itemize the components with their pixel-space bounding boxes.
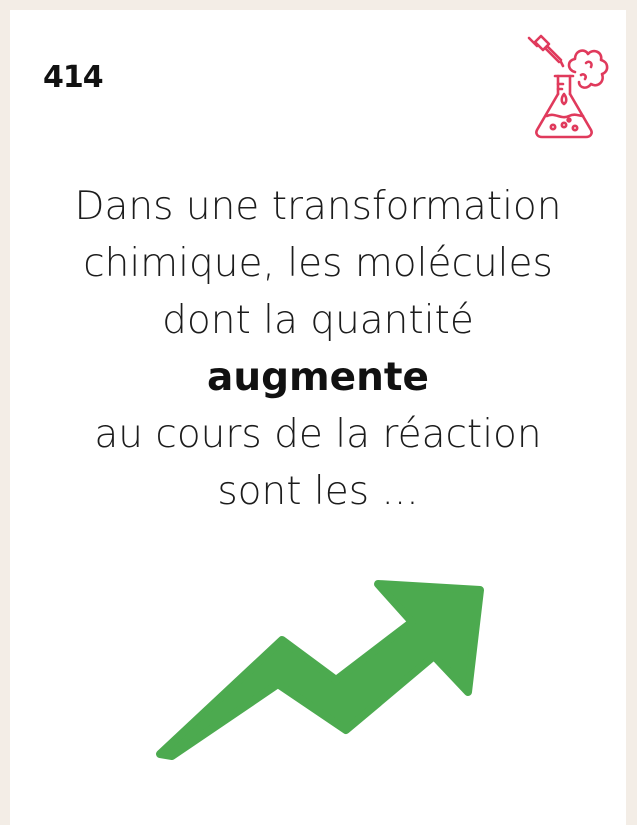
quiz-card: 414 Dans une transformation chimique, le… [10,10,626,825]
question-emphasis: augmente [207,355,429,400]
trend-up-arrow-icon [156,580,484,760]
question-line: Dans une transformation [74,184,562,229]
card-number: 414 [43,60,104,95]
question-line: sont les ... [217,469,419,514]
chemistry-flask-icon [527,34,609,139]
question-text: Dans une transformation chimique, les mo… [10,178,626,520]
question-line: dont la quantité [162,298,474,343]
question-line: au cours de la réaction [94,412,542,457]
question-line: chimique, les molécules [83,241,553,286]
